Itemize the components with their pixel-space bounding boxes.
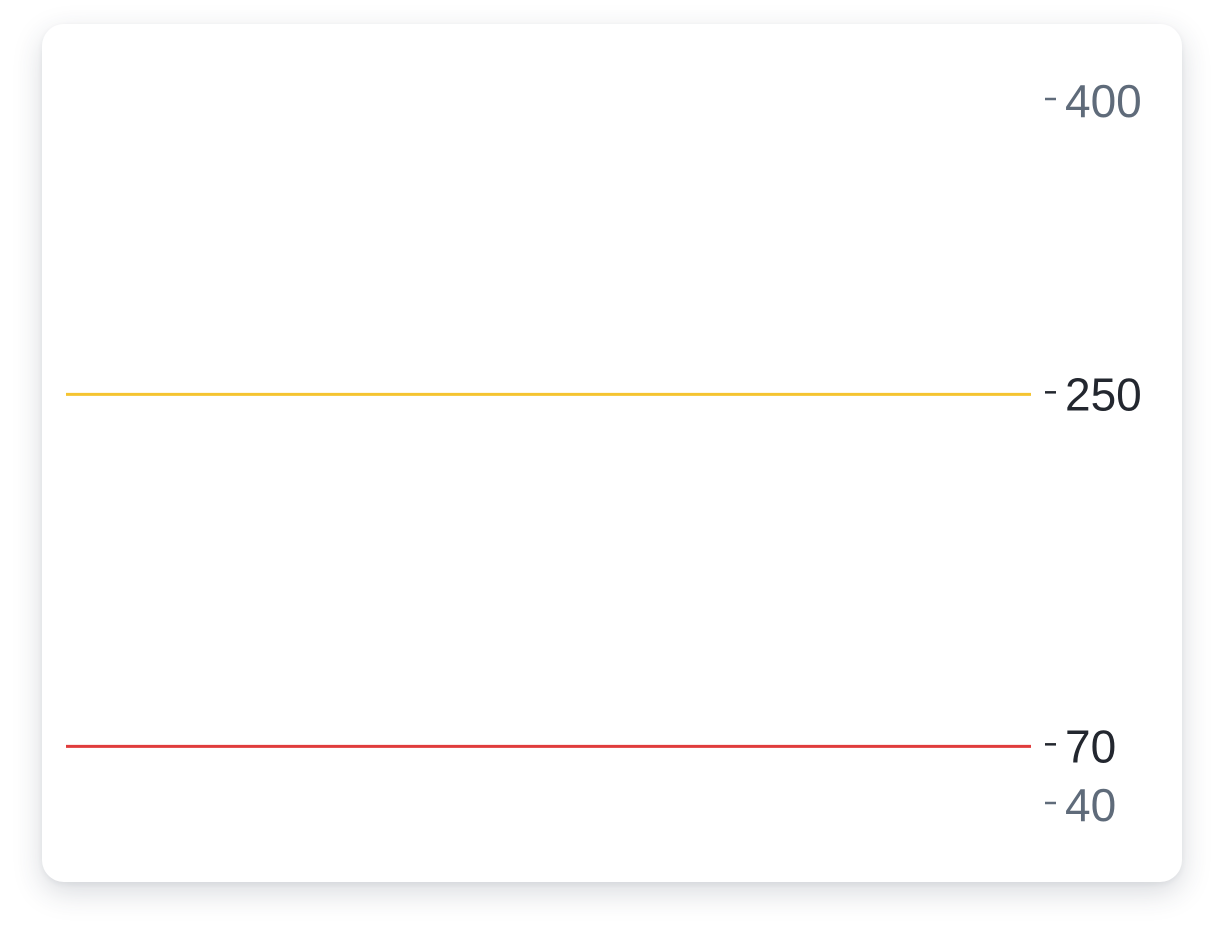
- y-tick-label-70: 70: [1065, 720, 1116, 772]
- y-tick-label-400: 400: [1065, 75, 1142, 127]
- y-tick-label-40: 40: [1065, 779, 1116, 831]
- threshold-chart: 400 250 70 40: [66, 75, 1142, 831]
- series-layer: [66, 392, 1031, 748]
- y-tick-label-250: 250: [1065, 368, 1142, 420]
- y-axis: 400 250 70 40: [1045, 75, 1142, 831]
